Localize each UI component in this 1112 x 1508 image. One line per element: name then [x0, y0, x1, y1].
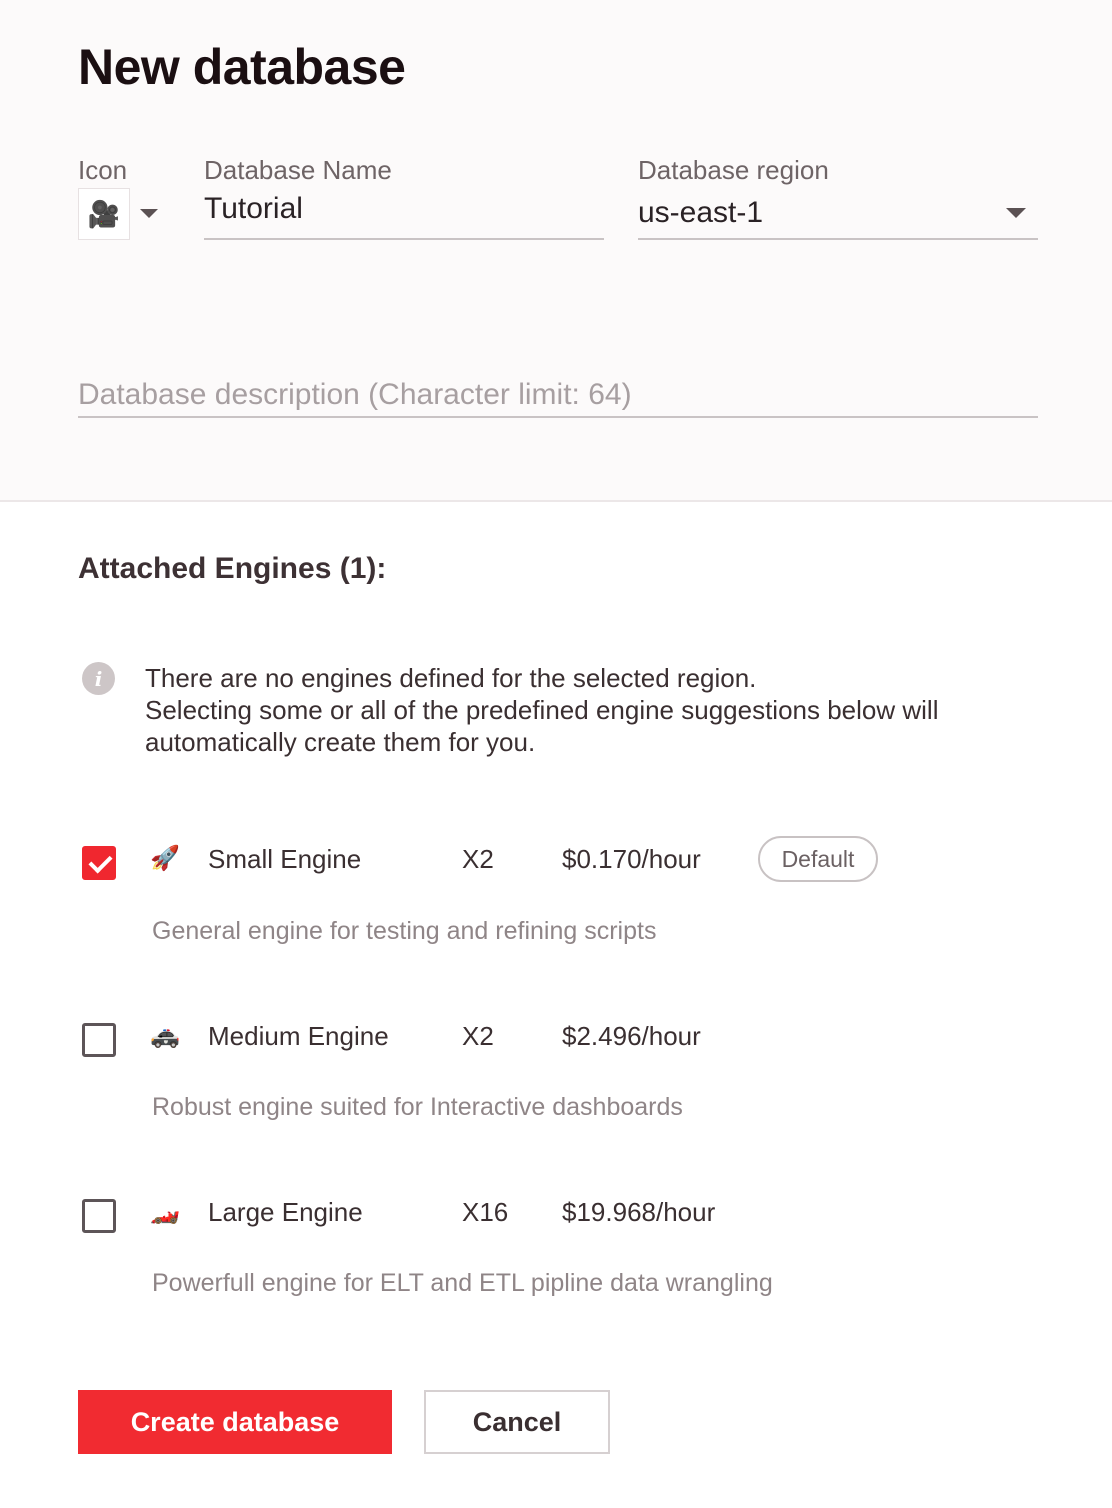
police-car-icon: 🚓 — [150, 1022, 180, 1049]
engine-name: Large Engine — [208, 1197, 363, 1227]
engine-multiplier: X2 — [462, 1021, 494, 1051]
database-region-select[interactable]: us-east-1 — [638, 188, 1038, 240]
engine-description: Powerfull engine for ELT and ETL pipline… — [152, 1269, 773, 1297]
engine-checkbox-medium[interactable] — [82, 1023, 116, 1057]
engine-price: $19.968/hour — [562, 1197, 716, 1227]
engine-checkbox-small[interactable] — [82, 846, 116, 880]
race-car-icon: 🏎️ — [150, 1198, 180, 1225]
engine-name: Medium Engine — [208, 1021, 389, 1051]
database-name-label: Database Name — [204, 155, 392, 185]
database-name-value: Tutorial — [204, 192, 303, 225]
database-description-field[interactable]: Database description (Character limit: 6… — [78, 378, 1038, 418]
engine-price: $0.170/hour — [562, 844, 701, 874]
attached-engines-title: Attached Engines (1): — [78, 552, 387, 585]
database-region-label: Database region — [638, 155, 829, 185]
engines-info-message: There are no engines defined for the sel… — [145, 662, 1045, 758]
engine-price: $2.496/hour — [562, 1021, 701, 1051]
default-badge: Default — [758, 836, 878, 882]
info-line-1: There are no engines defined for the sel… — [145, 663, 757, 693]
database-region-value: us-east-1 — [638, 196, 764, 229]
chevron-down-icon[interactable] — [140, 209, 158, 218]
rocket-icon: 🚀 — [150, 845, 180, 872]
movie-camera-icon: 🎥 — [87, 198, 121, 229]
cancel-button[interactable]: Cancel — [424, 1390, 610, 1454]
info-icon: i — [82, 662, 115, 695]
info-line-2: Selecting some or all of the predefined … — [145, 695, 939, 757]
icon-label: Icon — [78, 155, 128, 185]
icon-selector[interactable]: 🎥 — [78, 188, 130, 240]
chevron-down-icon — [1006, 208, 1026, 218]
engine-checkbox-large[interactable] — [82, 1199, 116, 1233]
create-database-button[interactable]: Create database — [78, 1390, 392, 1454]
engine-multiplier: X2 — [462, 844, 494, 874]
database-description-placeholder: Database description (Character limit: 6… — [78, 378, 632, 411]
engine-multiplier: X16 — [462, 1197, 509, 1227]
database-name-field[interactable]: Tutorial — [204, 188, 604, 240]
database-details-panel: New database Icon 🎥 Database Name Tutori… — [0, 0, 1112, 502]
engine-description: General engine for testing and refining … — [152, 917, 657, 945]
page-title: New database — [78, 39, 406, 95]
engine-name: Small Engine — [208, 844, 362, 874]
engine-description: Robust engine suited for Interactive das… — [152, 1093, 683, 1121]
